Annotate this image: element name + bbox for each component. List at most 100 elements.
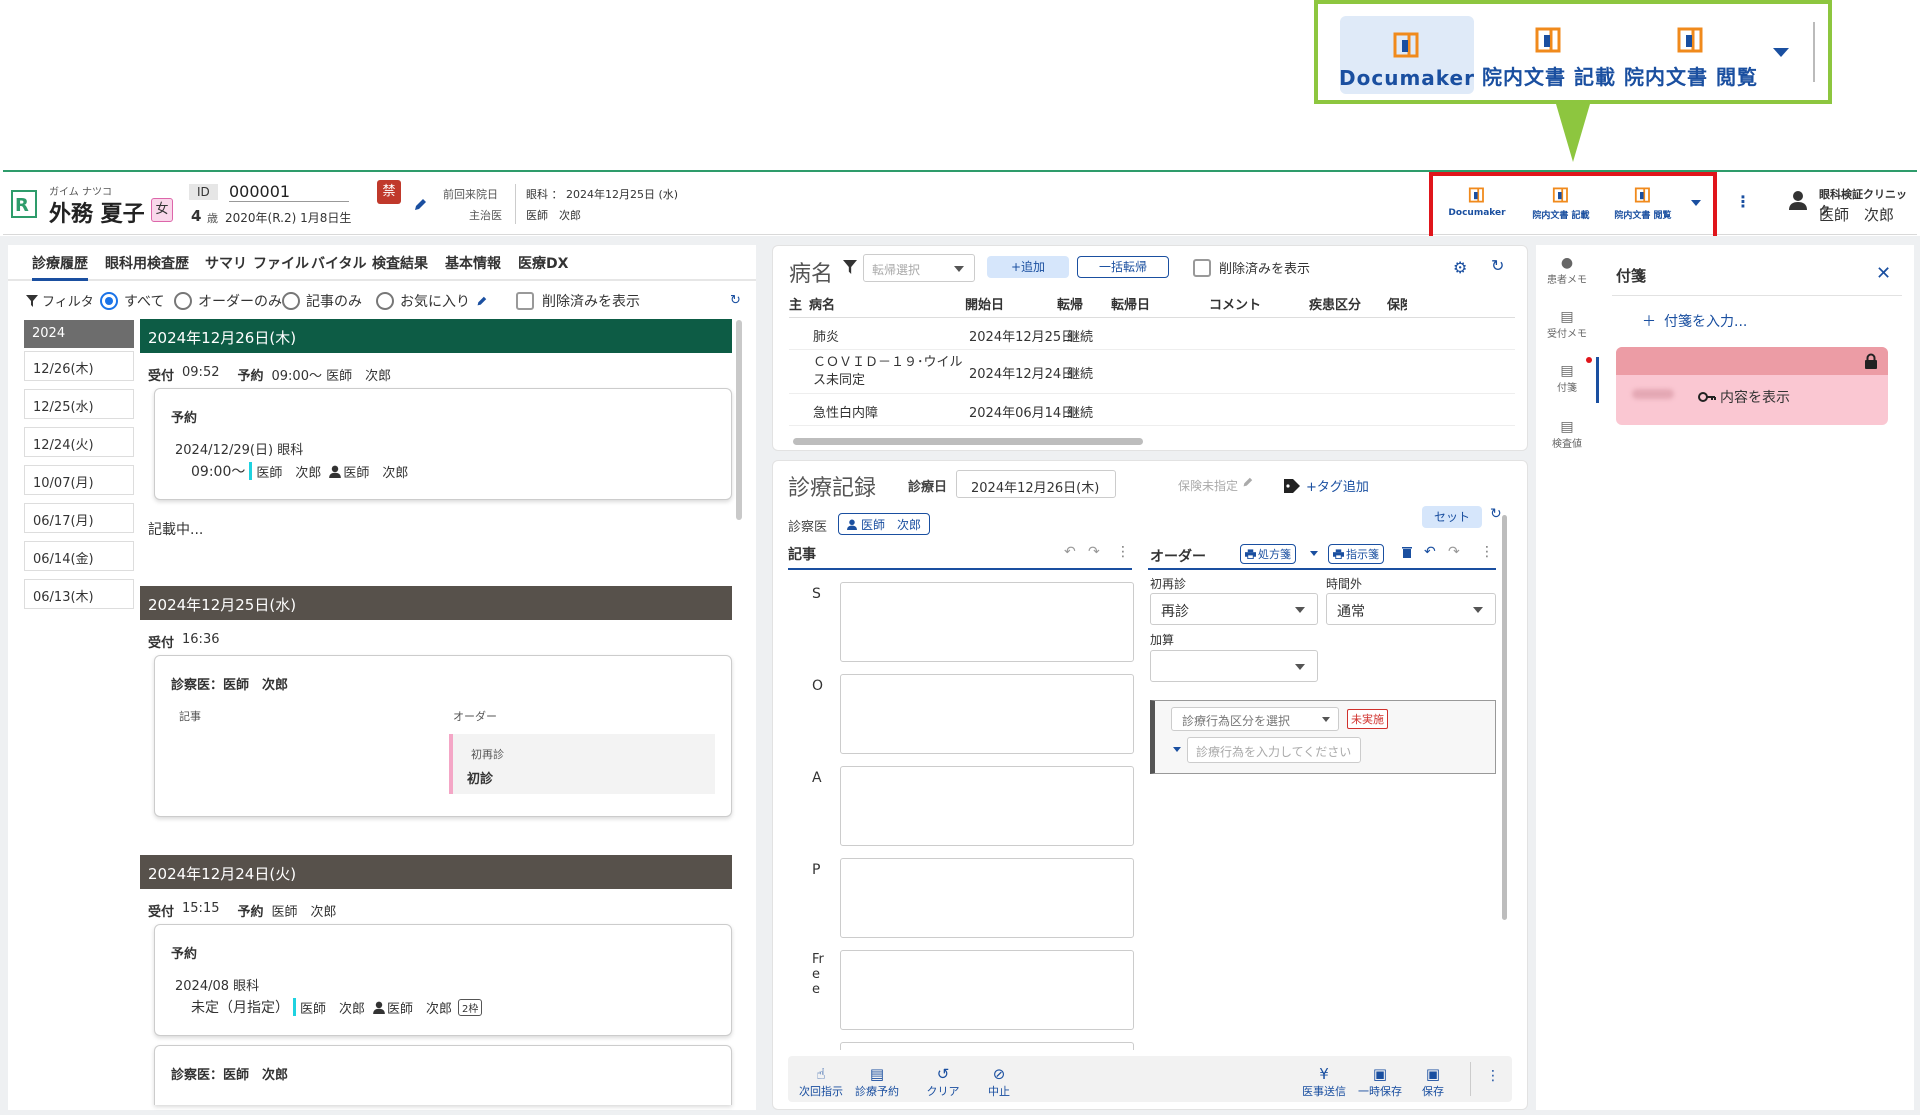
chevron-down-icon[interactable] xyxy=(1310,551,1318,556)
outcome-select[interactable]: 転帰選択 xyxy=(863,254,975,282)
next-instruction-button[interactable]: ☝ 次回指示 xyxy=(796,1065,846,1099)
date-item[interactable]: 06/13(木) xyxy=(24,579,134,609)
filter-icon[interactable] xyxy=(843,260,857,274)
ban-badge[interactable]: 禁 xyxy=(377,180,401,204)
radio-favorite[interactable]: お気に入り xyxy=(376,291,487,311)
tab-test-results[interactable]: 検査結果 xyxy=(372,253,428,273)
day-header[interactable]: 2024年12月25日(水) xyxy=(140,586,732,620)
doc-view-button-small[interactable]: 院内文書 閲覧 xyxy=(1605,186,1681,221)
soap-o-input[interactable] xyxy=(840,674,1134,754)
radio-order-only[interactable]: オーダーのみ xyxy=(174,291,282,311)
year-header[interactable]: 2024 xyxy=(24,320,134,348)
doc-view-button[interactable]: 院内文書 閲覧 xyxy=(1624,16,1758,94)
history-card[interactable]: 予約 2024/12/29(日) 眼科 09:00～ 医師 次郎 医師 次郎 xyxy=(154,388,732,500)
show-deleted-checkbox[interactable]: 削除済みを表示 xyxy=(1193,258,1310,277)
show-content-button[interactable]: 内容を表示 xyxy=(1698,387,1790,407)
soap-free-input[interactable] xyxy=(840,950,1134,1030)
clear-button[interactable]: ↺ クリア xyxy=(918,1065,968,1099)
table-row[interactable]: 急性白内障 2024年06月14日 継続 xyxy=(789,396,1515,426)
tab-dx[interactable]: 医療DX xyxy=(518,253,568,273)
date-item[interactable]: 06/17(月) xyxy=(24,503,134,533)
scrollbar[interactable] xyxy=(1502,515,1507,920)
sticky-note[interactable]: 内容を表示 xyxy=(1616,347,1888,425)
history-card[interactable]: 予約 2024/08 眼科 未定（月指定） 医師 次郎 医師 次郎 2枠 xyxy=(154,924,732,1036)
trash-icon[interactable] xyxy=(1402,546,1412,558)
show-deleted-checkbox[interactable]: 削除済みを表示 xyxy=(516,291,640,311)
send-button[interactable]: ¥ 医事送信 xyxy=(1296,1065,1352,1099)
undo-icon[interactable]: ↶ xyxy=(1064,544,1076,560)
patient-memo-tab[interactable]: ● 患者メモ xyxy=(1536,255,1598,286)
act-category-select[interactable]: 診療行為区分を選択 xyxy=(1171,707,1339,731)
table-row[interactable]: 肺炎 2024年12月25日 継続 xyxy=(789,320,1515,350)
prescription-button[interactable]: 処方箋 xyxy=(1240,544,1296,564)
date-item[interactable]: 12/25(水) xyxy=(24,389,134,419)
set-button[interactable]: セット xyxy=(1422,506,1482,528)
tab-basic-info[interactable]: 基本情報 xyxy=(445,253,501,273)
edit-icon[interactable] xyxy=(476,296,487,307)
tab-file[interactable]: ファイル xyxy=(253,253,309,273)
chevron-down-icon[interactable] xyxy=(1773,48,1789,57)
reserve-button[interactable]: ▤ 診療予約 xyxy=(852,1065,902,1099)
doc-write-button[interactable]: 院内文書 記載 xyxy=(1482,16,1616,94)
sticky-tab[interactable]: ▤ 付箋 xyxy=(1536,363,1598,394)
date-item[interactable]: 12/26(木) xyxy=(24,351,134,381)
edit-icon[interactable] xyxy=(413,198,427,212)
test-value-tab[interactable]: ▤ 検査値 xyxy=(1536,419,1598,450)
radio-all[interactable]: すべて xyxy=(100,291,164,311)
visit-type-select[interactable]: 再診 xyxy=(1150,593,1318,625)
tab-summary[interactable]: サマリ xyxy=(205,253,247,273)
order-item[interactable]: 初再診 初診 xyxy=(449,734,715,794)
date-item[interactable]: 10/07(月) xyxy=(24,465,134,495)
soap-p-input[interactable] xyxy=(840,858,1134,938)
chevron-down-icon[interactable] xyxy=(1691,200,1701,206)
temp-save-button[interactable]: ▣ 一時保存 xyxy=(1352,1065,1408,1099)
redo-icon[interactable]: ↷ xyxy=(1088,544,1100,560)
add-sticky-button[interactable]: ＋ 付箋を入力... xyxy=(1642,311,1747,331)
refresh-icon[interactable]: ↻ xyxy=(1491,256,1504,275)
gear-icon[interactable]: ⚙ xyxy=(1453,258,1467,277)
undo-icon[interactable]: ↶ xyxy=(1424,544,1436,560)
insurance-status[interactable]: 保険未指定 xyxy=(1178,477,1238,494)
instruction-button[interactable]: 指示箋 xyxy=(1328,544,1384,564)
redo-icon[interactable]: ↷ xyxy=(1448,544,1460,560)
bulk-outcome-button[interactable]: 一括転帰 xyxy=(1077,256,1169,278)
date-item[interactable]: 06/14(金) xyxy=(24,541,134,571)
add-disease-button[interactable]: +追加 xyxy=(987,256,1069,278)
cancel-button[interactable]: ⊘ 中止 xyxy=(974,1065,1024,1099)
date-item[interactable]: 12/24(火) xyxy=(24,427,134,457)
table-row[interactable]: ＣＯＶＩＤ－１９･ウイルス未同定 2024年12月24日 継続 xyxy=(789,350,1515,394)
documaker-button-small[interactable]: Documaker xyxy=(1447,186,1507,218)
refresh-icon[interactable]: ↻ xyxy=(730,293,741,308)
radio-article-only[interactable]: 記事のみ xyxy=(282,291,362,311)
soap-a-input[interactable] xyxy=(840,766,1134,846)
edit-icon[interactable] xyxy=(1242,477,1253,488)
history-card[interactable]: 診察医：医師 次郎 xyxy=(154,1045,732,1105)
doc-write-button-small[interactable]: 院内文書 記載 xyxy=(1523,186,1599,221)
act-input[interactable]: 診療行為を入力してください xyxy=(1187,737,1361,763)
addition-select[interactable] xyxy=(1150,650,1318,682)
add-tag-button[interactable]: +タグ追加 xyxy=(1284,476,1369,495)
soap-s-input[interactable] xyxy=(840,582,1134,662)
exam-doctor-chip[interactable]: 医師 次郎 xyxy=(838,513,931,535)
scrollbar[interactable] xyxy=(736,320,742,520)
refresh-icon[interactable]: ↻ xyxy=(1490,506,1502,522)
soap-next-input[interactable] xyxy=(840,1042,1134,1050)
more-vert-icon[interactable]: ⋮ xyxy=(1735,192,1751,211)
tab-eye-exam[interactable]: 眼科用検査歴 xyxy=(105,253,189,273)
save-button[interactable]: ▣ 保存 xyxy=(1408,1065,1458,1099)
history-card[interactable]: 診察医：医師 次郎 記事 オーダー 初再診 初診 xyxy=(154,655,732,817)
more-vert-icon[interactable]: ⋮ xyxy=(1486,1068,1500,1084)
record-date-field[interactable]: 2024年12月26日(木) xyxy=(956,470,1116,498)
day-header[interactable]: 2024年12月26日(木) xyxy=(140,319,732,353)
horizontal-scrollbar[interactable] xyxy=(793,438,1143,445)
hours-select[interactable]: 通常 xyxy=(1326,593,1496,625)
documaker-button[interactable]: Documaker xyxy=(1339,16,1474,94)
chevron-down-icon[interactable] xyxy=(1173,747,1181,752)
more-vert-icon[interactable]: ⋮ xyxy=(1116,544,1130,560)
close-icon[interactable]: ✕ xyxy=(1876,263,1891,284)
more-vert-icon[interactable]: ⋮ xyxy=(1480,544,1494,560)
day-header[interactable]: 2024年12月24日(火) xyxy=(140,855,732,889)
reception-memo-tab[interactable]: ▤ 受付メモ xyxy=(1536,309,1598,340)
tab-history[interactable]: 診療履歴 xyxy=(32,253,88,281)
tab-vital[interactable]: バイタル xyxy=(311,253,366,273)
